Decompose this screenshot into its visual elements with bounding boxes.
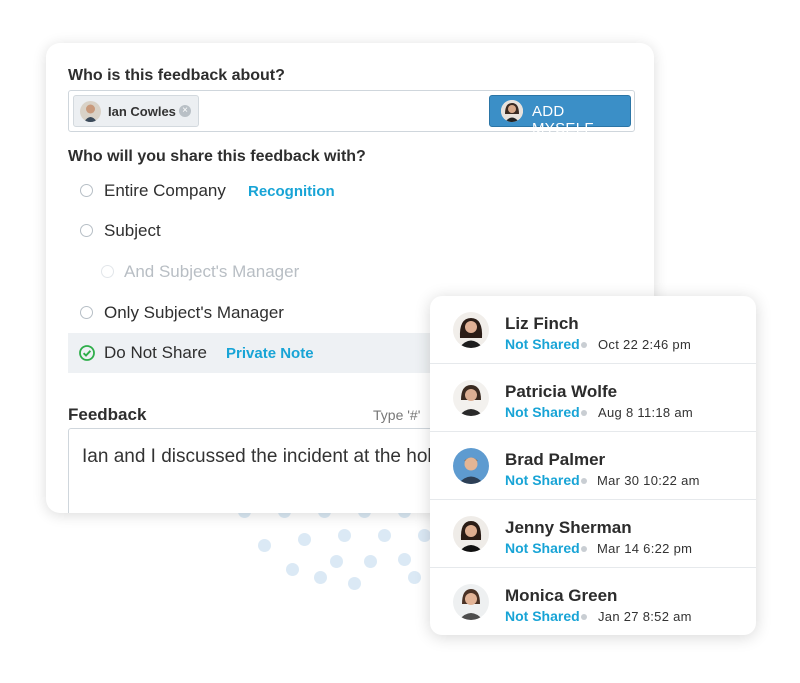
status-badge: Not Shared xyxy=(505,608,580,624)
radio-icon xyxy=(101,265,114,278)
option-subjects-manager: And Subject's Manager xyxy=(68,252,648,292)
list-item[interactable]: Liz Finch Not Shared Oct 22 2:46 pm xyxy=(430,296,756,364)
shared-status-panel: Liz Finch Not Shared Oct 22 2:46 pm Patr… xyxy=(430,296,756,635)
option-tag: Recognition xyxy=(248,183,335,200)
status-badge: Not Shared xyxy=(505,540,580,556)
separator-dot xyxy=(581,410,587,416)
timestamp: Mar 30 10:22 am xyxy=(597,473,700,488)
subject-chip[interactable]: Ian Cowles × xyxy=(73,95,199,127)
list-item[interactable]: Jenny Sherman Not Shared Mar 14 6:22 pm xyxy=(430,500,756,568)
timestamp: Mar 14 6:22 pm xyxy=(597,541,693,556)
feedback-label: Feedback xyxy=(68,405,147,424)
separator-dot xyxy=(581,342,587,348)
remove-chip-icon[interactable]: × xyxy=(179,105,191,117)
add-myself-label: ADD MYSELF xyxy=(532,103,594,137)
avatar xyxy=(80,101,101,122)
option-tag: Private Note xyxy=(226,345,314,362)
option-entire-company[interactable]: Entire Company Recognition xyxy=(68,171,648,211)
avatar xyxy=(453,584,489,620)
feedback-hint: Type '#' xyxy=(373,407,421,423)
person-name: Jenny Sherman xyxy=(505,518,632,537)
avatar xyxy=(453,312,489,348)
option-label: Subject xyxy=(104,221,161,240)
list-item[interactable]: Monica Green Not Shared Jan 27 8:52 am xyxy=(430,568,756,635)
separator-dot xyxy=(581,614,587,620)
option-label: Do Not Share xyxy=(104,343,207,362)
avatar xyxy=(501,100,523,122)
avatar xyxy=(453,448,489,484)
status-badge: Not Shared xyxy=(505,336,580,352)
person-name: Brad Palmer xyxy=(505,450,606,469)
option-label: Only Subject's Manager xyxy=(104,303,284,322)
avatar xyxy=(453,516,489,552)
option-label: And Subject's Manager xyxy=(124,262,300,281)
list-item[interactable]: Brad Palmer Not Shared Mar 30 10:22 am xyxy=(430,432,756,500)
subject-chip-name: Ian Cowles xyxy=(108,104,176,119)
status-badge: Not Shared xyxy=(505,404,580,420)
separator-dot xyxy=(581,546,587,552)
option-subject[interactable]: Subject xyxy=(68,211,648,251)
radio-icon[interactable] xyxy=(80,224,93,237)
radio-icon[interactable] xyxy=(80,306,93,319)
list-item[interactable]: Patricia Wolfe Not Shared Aug 8 11:18 am xyxy=(430,364,756,432)
option-label: Entire Company xyxy=(104,181,226,200)
person-name: Patricia Wolfe xyxy=(505,382,618,401)
status-badge: Not Shared xyxy=(505,472,580,488)
check-circle-icon xyxy=(79,345,95,361)
avatar xyxy=(453,380,489,416)
subject-question: Who is this feedback about? xyxy=(68,67,285,84)
decorative-dots xyxy=(238,505,438,605)
person-name: Liz Finch xyxy=(505,314,579,333)
timestamp: Jan 27 8:52 am xyxy=(598,609,692,624)
radio-icon[interactable] xyxy=(80,184,93,197)
separator-dot xyxy=(581,478,587,484)
share-question: Who will you share this feedback with? xyxy=(68,148,366,165)
timestamp: Aug 8 11:18 am xyxy=(598,405,694,420)
timestamp: Oct 22 2:46 pm xyxy=(598,337,692,352)
add-myself-button[interactable]: ADD MYSELF xyxy=(489,95,631,137)
subject-input[interactable]: Ian Cowles × ADD MYSELF xyxy=(68,90,635,137)
person-name: Monica Green xyxy=(505,586,618,605)
